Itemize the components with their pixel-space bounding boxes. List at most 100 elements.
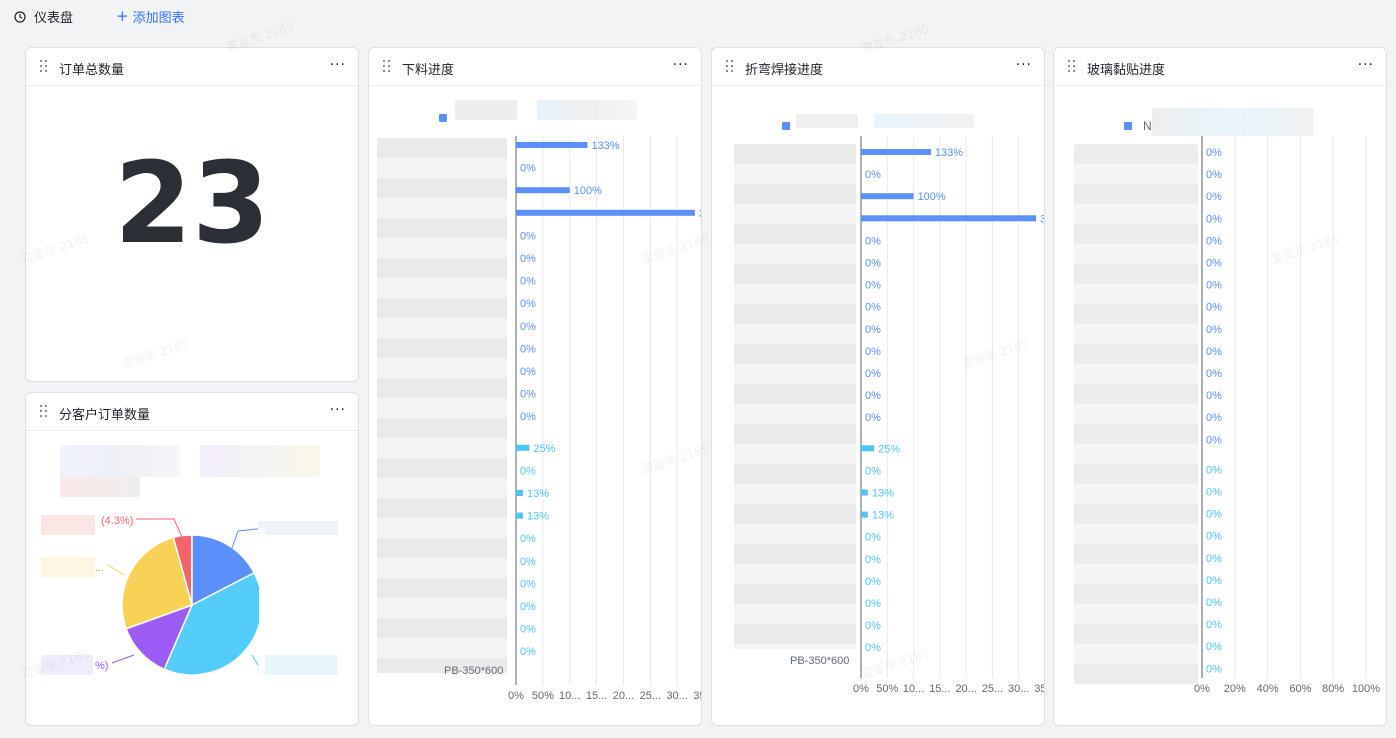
data-label: 0% — [520, 163, 536, 175]
card-order-total: 订单总数量 ··· 23 — [25, 47, 359, 382]
data-label: 0% — [865, 368, 881, 380]
data-label: 0% — [1206, 346, 1222, 358]
data-label: 25% — [878, 443, 900, 455]
x-tick-label: 20... — [613, 690, 634, 702]
data-label: 0% — [520, 321, 536, 333]
add-chart-label: 添加图表 — [132, 11, 185, 26]
card-customer-orders: 分客户订单数量 ··· (4.3%)...%) — [25, 392, 359, 726]
data-label: 0% — [1206, 213, 1222, 225]
data-label: 0% — [1206, 575, 1222, 587]
data-label: 0% — [520, 343, 536, 355]
legend-label: N — [1143, 119, 1152, 133]
data-label: 13% — [527, 488, 549, 500]
x-tick-label: 0% — [508, 690, 524, 702]
bar — [516, 187, 570, 194]
data-label: 0% — [865, 465, 881, 477]
data-label: 133% — [591, 140, 619, 152]
x-tick-label: 35... — [1034, 683, 1045, 695]
pie-clip-mask — [259, 529, 265, 681]
bar-chart: 133% 0% 100% 333 0% 0% 0% 0% 0% 0% 0% 0% 0% 25% 0% 13% 1… — [439, 114, 702, 702]
top-bar: 仪表盘 + 添加图表 — [0, 0, 1396, 32]
data-label: 0% — [1206, 553, 1222, 565]
data-label: 0% — [520, 253, 536, 265]
pie-label: (4.3%) — [101, 515, 133, 527]
data-label: 0% — [865, 576, 881, 588]
card-glass-progress: 玻璃黏贴进度 ··· N 0% 0% 0% 0% 0% 0% 0% 0% 0% 0% 0% 0% 0% 0%… — [1053, 47, 1387, 726]
data-label: 333 — [699, 208, 702, 220]
legend-marker — [439, 114, 447, 122]
data-label: 0% — [520, 465, 536, 477]
bar-chart: 133% 0% 100% 333% 0% 0% 0% 0% 0% 0% 0% 0% 0% 25% 0% 13%… — [782, 122, 1045, 695]
bar — [516, 512, 523, 519]
x-tick-label: 15... — [586, 690, 607, 702]
bar — [516, 490, 523, 496]
data-label: 0% — [865, 302, 881, 314]
data-label: 0% — [865, 412, 881, 424]
leader-line — [107, 564, 125, 576]
data-label: 0% — [520, 578, 536, 590]
x-tick-label: 0% — [853, 683, 869, 695]
bar-chart: N 0% 0% 0% 0% 0% 0% 0% 0% 0% 0% 0% 0% 0% 0% 0% 0% 0% 0% 0% 0… — [1124, 119, 1380, 695]
data-label: 0% — [520, 276, 536, 288]
bar — [516, 209, 695, 216]
x-tick-label: 25... — [640, 690, 661, 702]
data-label: 0% — [1206, 191, 1222, 203]
data-label: 0% — [520, 624, 536, 636]
dashboard-title-label: 仪表盘 — [34, 11, 74, 26]
data-label: 0% — [1206, 434, 1222, 446]
data-label: 0% — [1206, 324, 1222, 336]
x-tick-label: 10... — [559, 690, 580, 702]
plus-icon: + — [116, 7, 129, 25]
data-label: 0% — [865, 642, 881, 654]
dashboard-icon — [14, 10, 26, 23]
data-label: 0% — [865, 598, 881, 610]
data-label: 0% — [520, 230, 536, 242]
data-label: 0% — [1206, 641, 1222, 653]
x-tick-label: 80% — [1322, 683, 1344, 695]
data-label: 0% — [520, 601, 536, 613]
legend-marker — [1124, 122, 1132, 130]
data-label: 0% — [1206, 597, 1222, 609]
dashboard-title[interactable]: 仪表盘 — [14, 7, 73, 26]
pie-chart: (4.3%)...%) — [95, 515, 265, 681]
data-label: 0% — [1206, 169, 1222, 181]
data-label: 0% — [1206, 390, 1222, 402]
data-label: 0% — [865, 554, 881, 566]
x-tick-label: 20% — [1224, 683, 1246, 695]
data-label: 0% — [1206, 302, 1222, 314]
x-tick-label: 20... — [955, 683, 976, 695]
x-tick-label: 0% — [1194, 683, 1210, 695]
bar — [861, 445, 875, 452]
data-label: 25% — [533, 443, 555, 455]
card-bending-progress: 折弯焊接进度 ··· 133%0%100%333%0%0%0%0%0%0%0%0… — [711, 47, 1045, 726]
x-tick-label: 60% — [1289, 683, 1311, 695]
data-label: 100% — [918, 191, 946, 203]
category-label: PB-350*600 — [444, 665, 503, 677]
data-label: 133% — [935, 147, 963, 159]
add-chart-button[interactable]: + 添加图表 — [116, 7, 185, 27]
data-label: 0% — [1206, 235, 1222, 247]
legend-marker — [782, 122, 790, 130]
data-label: 13% — [872, 510, 894, 522]
data-label: 13% — [527, 511, 549, 523]
data-label: 0% — [520, 533, 536, 545]
x-tick-label: 50% — [876, 683, 898, 695]
data-label: 0% — [520, 556, 536, 568]
data-label: 0% — [865, 280, 881, 292]
more-icon[interactable]: ··· — [330, 57, 346, 73]
x-tick-label: 10... — [903, 683, 924, 695]
drag-handle-icon[interactable] — [40, 60, 48, 72]
data-label: 0% — [1206, 619, 1222, 631]
data-label: 0% — [520, 411, 536, 423]
pie-label: %) — [95, 660, 108, 672]
data-label: 0% — [865, 390, 881, 402]
data-label: 0% — [520, 389, 536, 401]
x-tick-label: 25... — [982, 683, 1003, 695]
data-label: 0% — [1206, 280, 1222, 292]
data-label: 0% — [520, 298, 536, 310]
bar — [516, 444, 530, 451]
x-tick-label: 40% — [1257, 683, 1279, 695]
data-label: 0% — [1206, 487, 1222, 499]
card-title: 订单总数量 — [59, 63, 125, 78]
data-label: 0% — [1206, 464, 1222, 476]
